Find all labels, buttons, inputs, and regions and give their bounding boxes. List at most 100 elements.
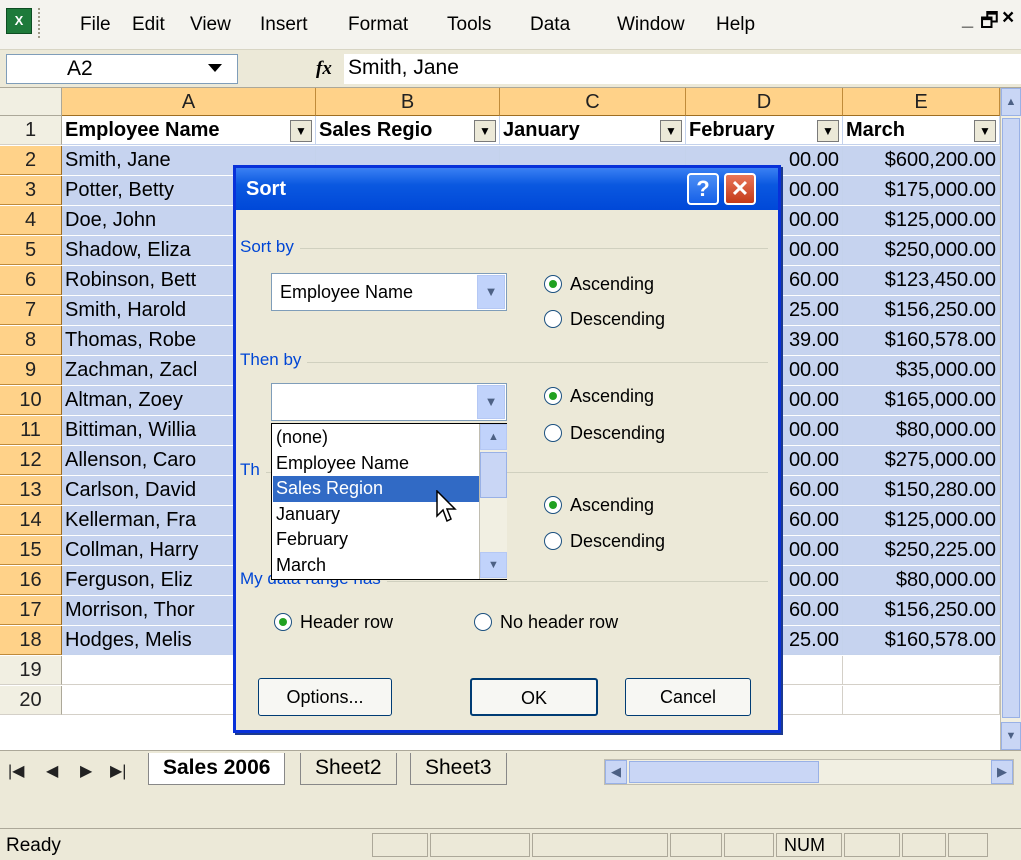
last-sheet-icon[interactable]: ▶| xyxy=(110,761,126,781)
row-header[interactable]: 20 xyxy=(0,686,62,715)
march-cell[interactable]: $80,000.00 xyxy=(843,416,1000,445)
row-header[interactable]: 7 xyxy=(0,296,62,325)
row-header[interactable]: 11 xyxy=(0,416,62,445)
march-cell[interactable]: $125,000.00 xyxy=(843,506,1000,535)
row-header[interactable]: 4 xyxy=(0,206,62,235)
radio-selected-icon[interactable] xyxy=(544,387,562,405)
row-header[interactable]: 17 xyxy=(0,596,62,625)
radio-selected-icon[interactable] xyxy=(544,275,562,293)
radio-icon[interactable] xyxy=(544,424,562,442)
header-cell[interactable]: March ▼ xyxy=(843,116,1000,145)
menu-insert[interactable]: Insert xyxy=(260,14,308,36)
empty-cell[interactable] xyxy=(843,656,1000,685)
formula-input[interactable]: Smith, Jane xyxy=(344,54,1021,84)
scroll-down-icon[interactable]: ▼ xyxy=(1001,722,1021,750)
help-icon[interactable]: ? xyxy=(687,173,719,205)
select-all-corner[interactable] xyxy=(0,88,62,116)
first-sheet-icon[interactable]: |◀ xyxy=(8,761,24,781)
menu-view[interactable]: View xyxy=(190,14,231,36)
menu-file[interactable]: File xyxy=(80,14,111,36)
row-header[interactable]: 6 xyxy=(0,266,62,295)
chevron-down-icon[interactable]: ▼ xyxy=(477,385,505,419)
column-header-d[interactable]: D xyxy=(686,88,843,116)
prev-sheet-icon[interactable]: ◀ xyxy=(46,761,58,781)
name-box-dropdown-icon[interactable] xyxy=(208,64,222,72)
menu-edit[interactable]: Edit xyxy=(132,14,165,36)
close-icon[interactable]: × xyxy=(1002,6,1014,30)
menu-window[interactable]: Window xyxy=(617,14,685,36)
row-header[interactable]: 19 xyxy=(0,656,62,685)
row-header[interactable]: 10 xyxy=(0,386,62,415)
no-header-row-radio[interactable]: No header row xyxy=(474,612,618,633)
march-cell[interactable]: $156,250.00 xyxy=(843,296,1000,325)
column-header-a[interactable]: A xyxy=(62,88,316,116)
empty-cell[interactable] xyxy=(843,686,1000,715)
cancel-button[interactable]: Cancel xyxy=(625,678,751,716)
march-cell[interactable]: $600,200.00 xyxy=(843,146,1000,175)
dropdown-option[interactable]: February xyxy=(273,527,479,553)
scroll-right-icon[interactable]: ▶ xyxy=(991,760,1013,784)
row-header[interactable]: 2 xyxy=(0,146,62,175)
options-button[interactable]: Options... xyxy=(258,678,392,716)
march-cell[interactable]: $150,280.00 xyxy=(843,476,1000,505)
row-header-1[interactable]: 1 xyxy=(0,116,62,145)
minimize-icon[interactable]: _ xyxy=(962,8,973,31)
header-cell[interactable]: Employee Name ▼ xyxy=(62,116,316,145)
dropdown-scroll-thumb[interactable] xyxy=(480,452,507,498)
scroll-up-icon[interactable]: ▲ xyxy=(480,424,507,450)
menu-format[interactable]: Format xyxy=(348,14,408,36)
dropdown-scrollbar[interactable]: ▲ ▼ xyxy=(479,424,507,579)
tab-sheet2[interactable]: Sheet2 xyxy=(300,753,397,785)
march-cell[interactable]: $250,000.00 xyxy=(843,236,1000,265)
dialog-title-bar[interactable]: Sort ? ✕ xyxy=(236,168,778,210)
scroll-left-icon[interactable]: ◀ xyxy=(605,760,627,784)
header-cell[interactable]: Sales Regio ▼ xyxy=(316,116,500,145)
column-header-c[interactable]: C xyxy=(500,88,686,116)
then-by-combo[interactable]: ▼ xyxy=(271,383,507,421)
radio-icon[interactable] xyxy=(474,613,492,631)
march-cell[interactable]: $160,578.00 xyxy=(843,326,1000,355)
march-cell[interactable]: $80,000.00 xyxy=(843,566,1000,595)
insert-function-icon[interactable]: fx xyxy=(316,58,332,80)
scroll-down-icon[interactable]: ▼ xyxy=(480,552,507,578)
header-cell[interactable]: February ▼ xyxy=(686,116,843,145)
tab-sales-2006[interactable]: Sales 2006 xyxy=(148,753,286,785)
sort-by-ascending-radio[interactable]: Ascending xyxy=(544,274,654,295)
march-cell[interactable]: $165,000.00 xyxy=(843,386,1000,415)
radio-icon[interactable] xyxy=(544,532,562,550)
restore-icon[interactable]: 🗗 xyxy=(980,6,999,40)
name-box[interactable]: A2 xyxy=(6,54,238,84)
march-cell[interactable]: $125,000.00 xyxy=(843,206,1000,235)
row-header[interactable]: 12 xyxy=(0,446,62,475)
dropdown-option[interactable]: (none) xyxy=(273,425,479,451)
menu-tools[interactable]: Tools xyxy=(447,14,491,36)
horizontal-scrollbar[interactable]: ◀ ▶ xyxy=(604,759,1014,785)
radio-selected-icon[interactable] xyxy=(544,496,562,514)
autofilter-dropdown-icon[interactable]: ▼ xyxy=(817,120,839,142)
march-cell[interactable]: $250,225.00 xyxy=(843,536,1000,565)
row-header[interactable]: 14 xyxy=(0,506,62,535)
autofilter-dropdown-icon[interactable]: ▼ xyxy=(660,120,682,142)
autofilter-dropdown-icon[interactable]: ▼ xyxy=(974,120,996,142)
sort-by-descending-radio[interactable]: Descending xyxy=(544,309,665,330)
march-cell[interactable]: $160,578.00 xyxy=(843,626,1000,655)
scroll-up-icon[interactable]: ▲ xyxy=(1001,88,1021,116)
sort-by-combo[interactable]: Employee Name ▼ xyxy=(271,273,507,311)
autofilter-dropdown-icon[interactable]: ▼ xyxy=(474,120,496,142)
row-header[interactable]: 16 xyxy=(0,566,62,595)
vertical-scroll-thumb[interactable] xyxy=(1002,118,1020,718)
row-header[interactable]: 15 xyxy=(0,536,62,565)
tab-sheet3[interactable]: Sheet3 xyxy=(410,753,507,785)
row-header[interactable]: 18 xyxy=(0,626,62,655)
then-by-dropdown-list[interactable]: (none) Employee Name Sales Region January Fe… xyxy=(271,423,507,580)
march-cell[interactable]: $35,000.00 xyxy=(843,356,1000,385)
row-header[interactable]: 5 xyxy=(0,236,62,265)
horizontal-scroll-thumb[interactable] xyxy=(629,761,819,783)
row-header[interactable]: 8 xyxy=(0,326,62,355)
march-cell[interactable]: $275,000.00 xyxy=(843,446,1000,475)
excel-logo-icon[interactable]: X xyxy=(6,8,32,34)
march-cell[interactable]: $175,000.00 xyxy=(843,176,1000,205)
header-row-radio[interactable]: Header row xyxy=(274,612,393,633)
then-by-descending-radio[interactable]: Descending xyxy=(544,423,665,444)
then-by-2-ascending-radio[interactable]: Ascending xyxy=(544,495,654,516)
